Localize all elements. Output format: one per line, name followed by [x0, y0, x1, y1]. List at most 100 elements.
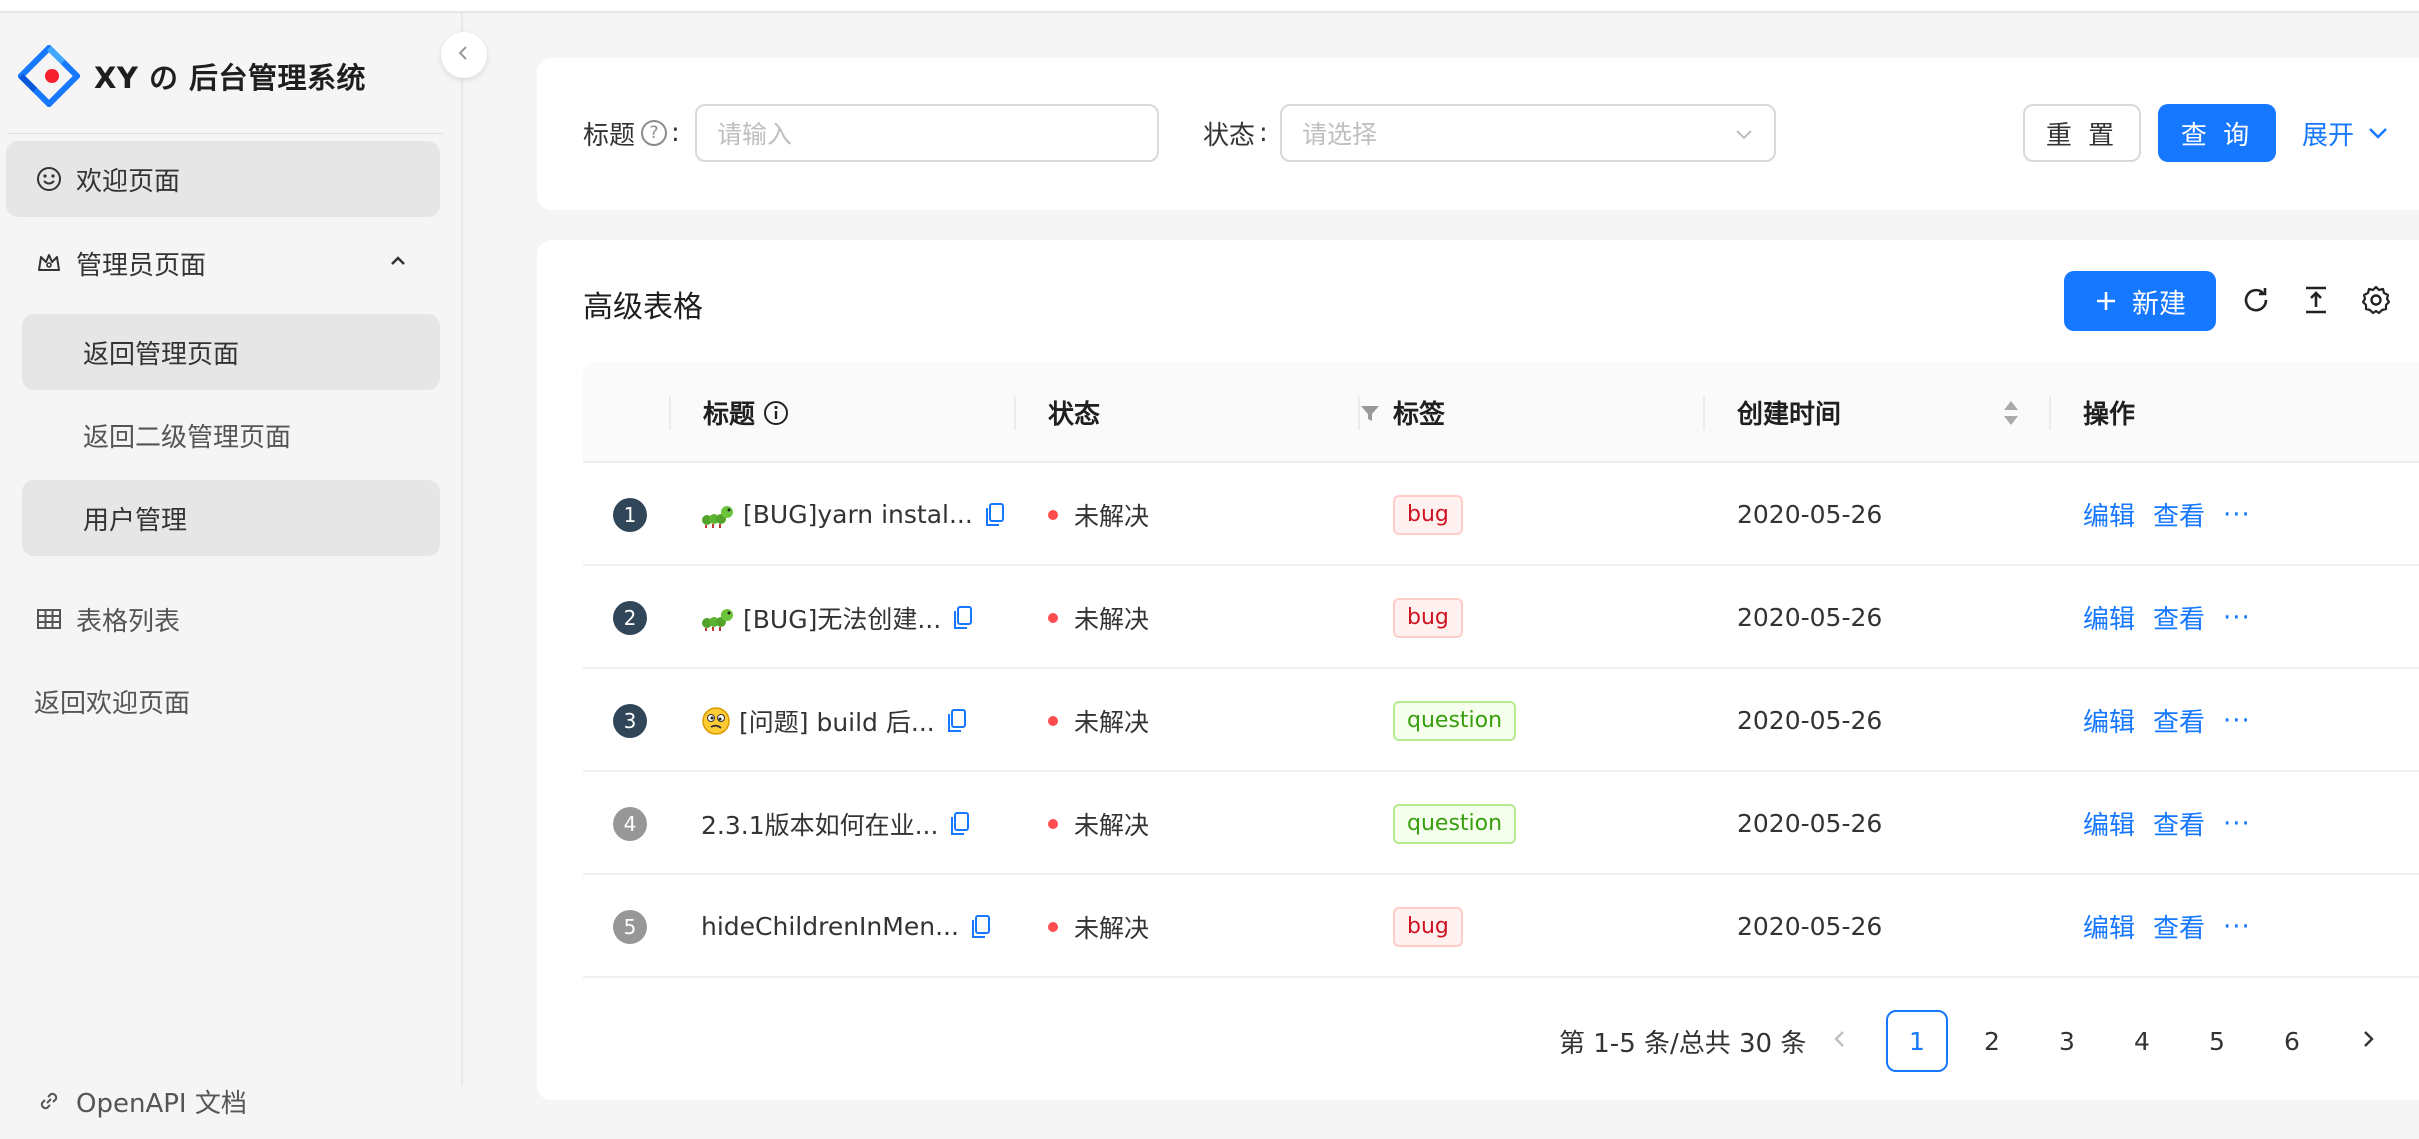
chevron-down-icon	[1732, 122, 1756, 152]
pagination-total: 第 1-5 条/总共 30 条	[1559, 1028, 1807, 1059]
table-header: 标题 状态 标签 创建时间 操作	[583, 362, 2419, 463]
status-dot	[1048, 715, 1058, 726]
row-status: 未解决	[1074, 501, 1150, 531]
query-button[interactable]: 查 询	[2158, 104, 2276, 162]
pagination-page-1[interactable]: 1	[1886, 1010, 1948, 1072]
row-title[interactable]: [BUG]无法创建...	[743, 600, 941, 636]
bug-emoji-icon	[701, 603, 735, 633]
column-separator	[1358, 396, 1360, 430]
sidebar-item-label: 用户管理	[83, 505, 188, 536]
view-link[interactable]: 查看	[2153, 908, 2205, 945]
column-header-status: 状态	[1048, 400, 1101, 430]
column-height-icon[interactable]	[2297, 281, 2335, 319]
edit-link[interactable]: 编辑	[2083, 599, 2135, 636]
table-row: 5 hideChildrenInMen... 未解决 bug 2020-05-2…	[583, 875, 2419, 978]
sidebar-item-back-welcome[interactable]: 返回欢迎页面	[6, 663, 440, 739]
column-separator	[1014, 396, 1016, 430]
chevron-right-icon	[2357, 1027, 2379, 1056]
more-icon[interactable]: ···	[2223, 500, 2251, 530]
pagination-prev-button[interactable]	[1809, 1010, 1871, 1072]
pagination-page-2[interactable]: 2	[1961, 1010, 2023, 1072]
edit-link[interactable]: 编辑	[2083, 908, 2135, 945]
sidebar-collapse-button[interactable]	[441, 32, 487, 78]
sidebar-item-label: 欢迎页面	[76, 166, 181, 197]
table-row: 1 [BUG]yarn instal... 未解决 bug 2020-05-26…	[583, 463, 2419, 566]
sidebar-item-back-admin[interactable]: 返回管理页面	[22, 314, 440, 390]
copy-icon[interactable]	[948, 811, 970, 837]
row-title[interactable]: [问题] build 后...	[739, 703, 935, 739]
tag-badge: bug	[1393, 597, 1463, 638]
table-row: 3 [问题] build 后... 未解决 question 2020-05-2…	[583, 669, 2419, 772]
filter-icon[interactable]	[1358, 362, 1382, 463]
row-status: 未解决	[1074, 707, 1150, 737]
table-icon	[34, 604, 64, 634]
tag-badge: bug	[1393, 494, 1463, 535]
more-icon[interactable]: ···	[2223, 912, 2251, 942]
sidebar-item-users[interactable]: 用户管理	[22, 480, 440, 556]
column-separator	[669, 396, 671, 430]
plus-icon	[2094, 289, 2118, 313]
sidebar-item-table-list[interactable]: 表格列表	[6, 581, 440, 657]
row-status: 未解决	[1074, 913, 1150, 943]
row-created: 2020-05-26	[1737, 706, 1883, 735]
title-input[interactable]: 请输入	[695, 104, 1159, 162]
chevron-up-icon	[386, 249, 410, 280]
copy-icon[interactable]	[951, 605, 973, 631]
status-dot	[1048, 509, 1058, 520]
copy-icon[interactable]	[945, 708, 967, 734]
sidebar-item-label: OpenAPI 文档	[76, 1088, 247, 1119]
status-field-label: 状态 :	[1203, 118, 1268, 151]
pagination-page-3[interactable]: 3	[2036, 1010, 2098, 1072]
app-title: XY の 后台管理系统	[94, 61, 367, 95]
table-row: 2 [BUG]无法创建... 未解决 bug 2020-05-26 编辑 查看 …	[583, 566, 2419, 669]
column-header-created: 创建时间	[1737, 400, 1842, 430]
sidebar-item-label: 表格列表	[76, 606, 181, 637]
sidebar-item-back-second-admin[interactable]: 返回二级管理页面	[22, 397, 440, 473]
view-link[interactable]: 查看	[2153, 599, 2205, 636]
more-icon[interactable]: ···	[2223, 809, 2251, 839]
pagination-page-5[interactable]: 5	[2186, 1010, 2248, 1072]
sidebar-item-openapi[interactable]: OpenAPI 文档	[6, 1063, 440, 1139]
logo-row[interactable]: XY の 后台管理系统	[16, 41, 367, 111]
row-index: 5	[613, 909, 647, 944]
pagination-page-4[interactable]: 4	[2111, 1010, 2173, 1072]
row-created: 2020-05-26	[1737, 809, 1883, 838]
sidebar-item-label: 返回二级管理页面	[83, 422, 292, 453]
reset-button[interactable]: 重 置	[2023, 104, 2141, 162]
row-title[interactable]: 2.3.1版本如何在业...	[701, 806, 938, 842]
row-title[interactable]: [BUG]yarn instal...	[743, 500, 973, 529]
help-icon[interactable]: ?	[641, 120, 668, 146]
sidebar-item-welcome[interactable]: 欢迎页面	[6, 141, 440, 217]
copy-icon[interactable]	[969, 914, 991, 940]
edit-link[interactable]: 编辑	[2083, 702, 2135, 739]
sort-icon[interactable]	[2001, 362, 2021, 463]
edit-link[interactable]: 编辑	[2083, 496, 2135, 533]
row-index: 3	[613, 703, 647, 738]
table-row: 4 2.3.1版本如何在业... 未解决 question 2020-05-26…	[583, 772, 2419, 875]
sidebar-item-admin[interactable]: 管理员页面	[6, 225, 440, 301]
thinking-face-emoji-icon	[701, 706, 731, 736]
reload-icon[interactable]	[2237, 281, 2275, 319]
pagination-next-button[interactable]	[2337, 1010, 2399, 1072]
chevron-left-icon	[1829, 1027, 1851, 1056]
pagination-page-6[interactable]: 6	[2261, 1010, 2323, 1072]
row-title[interactable]: hideChildrenInMen...	[701, 912, 959, 941]
row-status: 未解决	[1074, 810, 1150, 840]
column-header-title: 标题	[703, 362, 789, 463]
table-card: 高级表格 新建 标题 状态 标签 创建时间 操作 1 [BUG]yarn ins…	[537, 240, 2419, 1100]
more-icon[interactable]: ···	[2223, 706, 2251, 736]
expand-link[interactable]: 展开	[2302, 104, 2390, 162]
view-link[interactable]: 查看	[2153, 702, 2205, 739]
new-button[interactable]: 新建	[2064, 271, 2216, 331]
view-link[interactable]: 查看	[2153, 496, 2205, 533]
status-select[interactable]: 请选择	[1280, 104, 1776, 162]
more-icon[interactable]: ···	[2223, 603, 2251, 633]
info-icon[interactable]	[763, 400, 789, 426]
edit-link[interactable]: 编辑	[2083, 805, 2135, 842]
sidebar-item-label: 返回欢迎页面	[34, 688, 191, 719]
row-created: 2020-05-26	[1737, 912, 1883, 941]
view-link[interactable]: 查看	[2153, 805, 2205, 842]
setting-icon[interactable]	[2357, 281, 2395, 319]
row-created: 2020-05-26	[1737, 603, 1883, 632]
copy-icon[interactable]	[983, 502, 1005, 528]
